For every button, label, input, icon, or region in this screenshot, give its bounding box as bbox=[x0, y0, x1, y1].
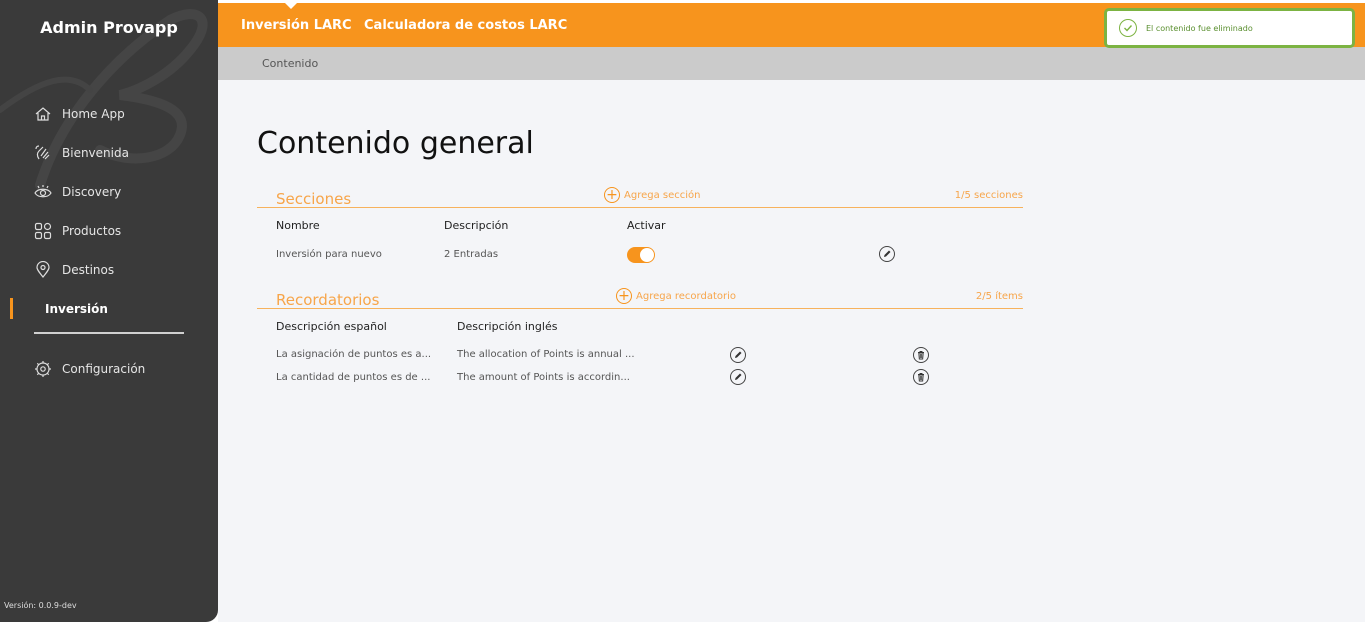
sidebar-item-home-app[interactable]: Home App bbox=[0, 94, 218, 133]
sidebar: Admin Provapp Home App Bienvenida Discov… bbox=[0, 0, 218, 622]
edit-recordatorio-button[interactable] bbox=[730, 369, 746, 385]
seccion-descripcion: 2 Entradas bbox=[444, 249, 499, 260]
sidebar-item-label: Configuración bbox=[62, 361, 146, 376]
column-header-descripcion: Descripción bbox=[444, 219, 509, 232]
sidebar-item-configuracion[interactable]: Configuración bbox=[0, 349, 218, 388]
recordatorio-es: La cantidad de puntos es de ... bbox=[276, 372, 431, 383]
trash-icon bbox=[918, 373, 924, 382]
sidebar-item-label: Discovery bbox=[62, 184, 122, 199]
edit-seccion-button[interactable] bbox=[879, 246, 895, 262]
success-toast[interactable]: El contenido fue eliminado bbox=[1104, 8, 1355, 48]
add-seccion-label: Agrega sección bbox=[624, 189, 701, 201]
secciones-title: Secciones bbox=[276, 190, 352, 208]
secciones-section: Secciones + Agrega sección 1/5 secciones… bbox=[257, 184, 1023, 263]
home-icon bbox=[34, 105, 52, 123]
sidebar-item-discovery[interactable]: Discovery bbox=[0, 172, 218, 211]
toggle-knob bbox=[640, 248, 654, 262]
toast-message: El contenido fue eliminado bbox=[1146, 23, 1253, 33]
recordatorio-es: La asignación de puntos es a... bbox=[276, 349, 432, 360]
breadcrumb: Contenido bbox=[218, 47, 1365, 80]
column-header-descripcion-espanol: Descripción español bbox=[276, 320, 387, 333]
main-content: Contenido general Secciones + Agrega sec… bbox=[218, 80, 1365, 622]
recordatorios-count: 2/5 ítems bbox=[975, 291, 1023, 302]
delete-recordatorio-button[interactable] bbox=[913, 347, 929, 363]
sidebar-item-label: Inversión bbox=[45, 301, 108, 316]
recordatorios-header: Recordatorios + Agrega recordatorio 2/5 … bbox=[257, 285, 1023, 309]
tab-calculadora-costos-larc[interactable]: Calculadora de costos LARC bbox=[364, 18, 567, 33]
secciones-count: 1/5 secciones bbox=[954, 190, 1023, 201]
wave-hand-icon bbox=[34, 144, 52, 162]
check-circle-icon bbox=[1119, 19, 1137, 37]
sidebar-divider bbox=[34, 332, 184, 334]
breadcrumb-item[interactable]: Contenido bbox=[262, 57, 318, 70]
sidebar-item-inversion[interactable]: Inversión bbox=[0, 289, 218, 328]
recordatorios-title: Recordatorios bbox=[276, 291, 380, 309]
seccion-nombre: Inversión para nuevo bbox=[276, 249, 382, 260]
gear-icon bbox=[34, 360, 52, 378]
location-pin-icon bbox=[34, 260, 52, 279]
sidebar-item-label: Bienvenida bbox=[62, 145, 129, 160]
recordatorio-en: The amount of Points is accordin... bbox=[457, 372, 630, 383]
sidebar-nav: Home App Bienvenida Discovery Productos … bbox=[0, 94, 218, 328]
edit-recordatorio-button[interactable] bbox=[730, 347, 746, 363]
pencil-icon bbox=[735, 351, 742, 358]
grid-icon bbox=[34, 222, 52, 240]
page-title: Contenido general bbox=[257, 126, 534, 161]
active-tab-indicator bbox=[285, 3, 297, 9]
column-header-nombre: Nombre bbox=[276, 219, 320, 232]
recordatorio-en: The allocation of Points is annual ... bbox=[457, 349, 635, 360]
seccion-activar-toggle[interactable] bbox=[627, 247, 655, 263]
column-header-activar: Activar bbox=[627, 219, 666, 232]
sidebar-item-productos[interactable]: Productos bbox=[0, 211, 218, 250]
tab-inversion-larc[interactable]: Inversión LARC bbox=[241, 18, 352, 33]
plus-circle-icon: + bbox=[604, 187, 620, 203]
secciones-header: Secciones + Agrega sección 1/5 secciones bbox=[257, 184, 1023, 208]
eye-icon bbox=[34, 183, 52, 201]
brand-title: Admin Provapp bbox=[40, 18, 178, 37]
version-label: Versión: 0.0.9-dev bbox=[4, 601, 77, 610]
plus-circle-icon: + bbox=[616, 288, 632, 304]
add-seccion-button[interactable]: + Agrega sección bbox=[604, 187, 700, 203]
recordatorios-section: Recordatorios + Agrega recordatorio 2/5 … bbox=[257, 285, 1023, 385]
add-recordatorio-button[interactable]: + Agrega recordatorio bbox=[616, 288, 736, 304]
delete-recordatorio-button[interactable] bbox=[913, 369, 929, 385]
sidebar-item-destinos[interactable]: Destinos bbox=[0, 250, 218, 289]
sidebar-item-bienvenida[interactable]: Bienvenida bbox=[0, 133, 218, 172]
pencil-icon bbox=[735, 373, 742, 380]
column-header-descripcion-ingles: Descripción inglés bbox=[457, 320, 558, 333]
trash-icon bbox=[918, 351, 924, 360]
sidebar-item-label: Home App bbox=[62, 106, 125, 121]
sidebar-item-label: Productos bbox=[62, 223, 122, 238]
pencil-icon bbox=[884, 250, 891, 257]
sidebar-item-label: Destinos bbox=[62, 262, 115, 277]
add-recordatorio-label: Agrega recordatorio bbox=[636, 290, 737, 302]
